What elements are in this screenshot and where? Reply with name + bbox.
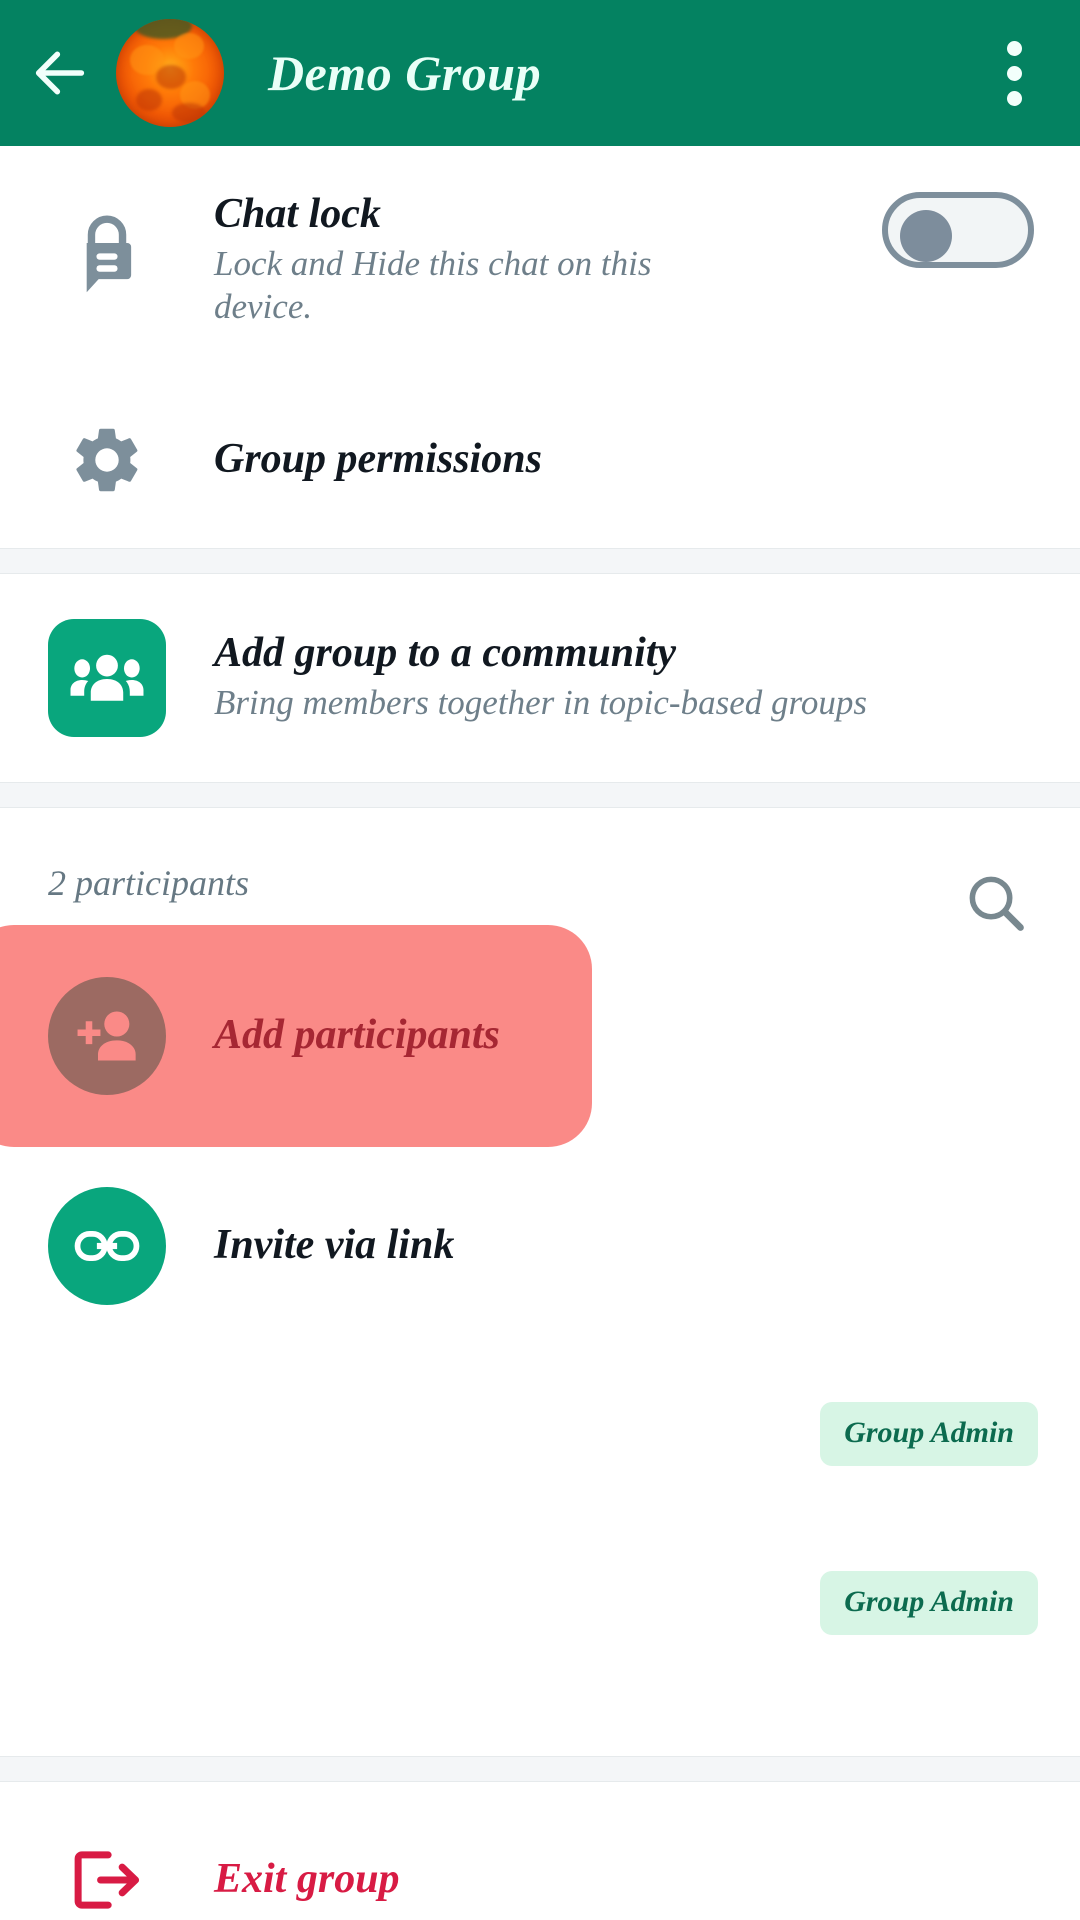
exit-group-icon bbox=[74, 1851, 140, 1909]
group-permissions-icon-wrap bbox=[0, 421, 214, 499]
status-badge: Group Admin bbox=[820, 1402, 1038, 1466]
avatar-petal bbox=[174, 33, 204, 59]
add-participants-text: Add participants bbox=[214, 1012, 1080, 1059]
overflow-menu-icon bbox=[1006, 65, 1022, 81]
status-badge: Group Admin bbox=[820, 1571, 1038, 1635]
avatar-shadow bbox=[136, 89, 162, 111]
group-info-screen: Demo Group Chat lock Lock and Hide this … bbox=[0, 0, 1080, 1920]
add-participants-icon-wrap bbox=[0, 977, 214, 1095]
exit-group-text: Exit group bbox=[214, 1856, 1080, 1903]
back-button[interactable] bbox=[8, 0, 112, 146]
participants-count-label: 2 participants bbox=[48, 863, 250, 903]
people-glyph-icon bbox=[70, 654, 144, 701]
overflow-menu-button[interactable] bbox=[974, 0, 1054, 146]
app-bar: Demo Group bbox=[0, 0, 1080, 146]
avatar-shadow bbox=[172, 103, 206, 123]
toggle-knob bbox=[900, 210, 952, 262]
section-divider bbox=[0, 1756, 1080, 1782]
section-divider bbox=[0, 782, 1080, 808]
invite-icon-wrap bbox=[0, 1187, 214, 1305]
overflow-menu-icon bbox=[1006, 40, 1022, 56]
page-title: Demo Group bbox=[268, 45, 542, 101]
section-divider bbox=[0, 548, 1080, 574]
search-icon bbox=[969, 876, 1024, 931]
lock-chat-icon bbox=[86, 215, 132, 293]
overflow-menu-icon bbox=[1006, 90, 1022, 106]
add-to-community-title: Add group to a community bbox=[214, 629, 677, 676]
participant-row[interactable]: Group Admin bbox=[0, 1310, 1080, 1470]
add-to-community-text: Add group to a community Bring members t… bbox=[214, 629, 1080, 725]
add-to-community-row[interactable]: Add group to a community Bring members t… bbox=[0, 608, 1080, 748]
group-avatar-marigold[interactable] bbox=[116, 19, 224, 127]
add-participants-row[interactable]: Add participants bbox=[0, 938, 1080, 1134]
search-participants-button[interactable] bbox=[948, 855, 1044, 951]
add-participants-label: Add participants bbox=[214, 1012, 500, 1059]
exit-group-row[interactable]: Exit group bbox=[0, 1820, 1080, 1920]
group-permissions-row[interactable]: Group permissions bbox=[0, 400, 1080, 520]
avatar-shadow bbox=[156, 65, 186, 89]
community-icon-wrap bbox=[0, 619, 214, 737]
chain-link-glyph-icon bbox=[74, 1231, 140, 1261]
gear-icon bbox=[76, 428, 138, 492]
add-person-icon bbox=[48, 977, 166, 1095]
exit-group-label: Exit group bbox=[214, 1856, 400, 1903]
invite-via-link-label: Invite via link bbox=[214, 1222, 455, 1269]
chat-lock-icon-wrap bbox=[0, 168, 214, 358]
group-permissions-title: Group permissions bbox=[214, 436, 542, 483]
group-permissions-text: Group permissions bbox=[214, 436, 1080, 483]
chat-lock-subtitle: Lock and Hide this chat on this device. bbox=[214, 244, 652, 327]
chat-lock-toggle[interactable] bbox=[882, 192, 1034, 268]
invite-via-link-text: Invite via link bbox=[214, 1222, 1080, 1269]
add-person-glyph-icon bbox=[77, 1011, 136, 1061]
exit-group-icon-wrap bbox=[0, 1845, 214, 1915]
participant-row[interactable]: Group Admin bbox=[0, 1475, 1080, 1635]
back-arrow-icon bbox=[35, 51, 85, 95]
link-icon bbox=[48, 1187, 166, 1305]
add-to-community-subtitle: Bring members together in topic-based gr… bbox=[214, 683, 867, 723]
community-people-icon bbox=[48, 619, 166, 737]
